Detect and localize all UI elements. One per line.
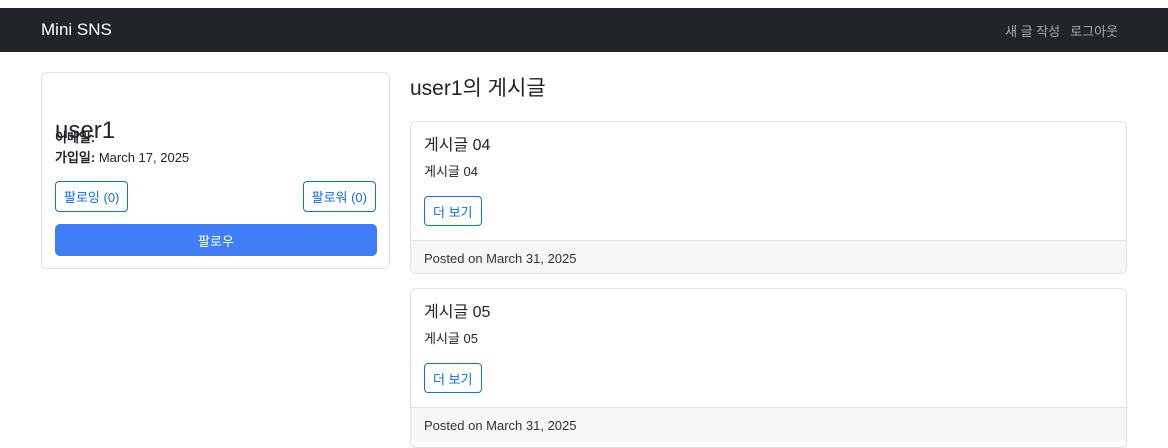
post-card: 게시글 05 게시글 05 더 보기 Posted on March 31, 2… [410,288,1127,448]
top-navbar: Mini SNS 새 글 작성 로그아웃 [0,8,1168,52]
brand-link[interactable]: Mini SNS [41,20,112,40]
post-body: 게시글 04 게시글 04 더 보기 [411,122,1126,226]
post-text: 게시글 04 [424,164,478,179]
more-button[interactable]: 더 보기 [424,363,482,393]
joined-value: March 17, 2025 [95,150,190,165]
email-label: 이메일: [55,130,96,145]
posts-heading: user1의 게시글 [410,77,546,100]
joined-label: 가입일: [55,150,96,165]
more-button[interactable]: 더 보기 [424,196,482,226]
profile-card: user1 이메일: 가입일: March 17, 2025 팔로잉 (0) 팔… [41,72,390,269]
logout-link[interactable]: 로그아웃 [1070,21,1118,40]
post-card: 게시글 04 게시글 04 더 보기 Posted on March 31, 2… [410,121,1127,274]
post-title: 게시글 05 [424,304,491,321]
following-button[interactable]: 팔로잉 (0) [55,181,129,212]
post-title: 게시글 04 [424,137,491,154]
nav-links: 새 글 작성 로그아웃 [1005,21,1118,40]
post-footer: Posted on March 31, 2025 [411,240,1126,273]
post-text: 게시글 05 [424,331,478,346]
post-body: 게시글 05 게시글 05 더 보기 [411,289,1126,393]
new-post-link[interactable]: 새 글 작성 [1005,21,1060,40]
post-footer: Posted on March 31, 2025 [411,407,1126,441]
followers-button[interactable]: 팔로워 (0) [302,181,376,212]
profile-email: 이메일: [55,131,95,144]
profile-joined: 가입일: March 17, 2025 [55,151,189,164]
follow-button[interactable]: 팔로우 [55,224,377,256]
